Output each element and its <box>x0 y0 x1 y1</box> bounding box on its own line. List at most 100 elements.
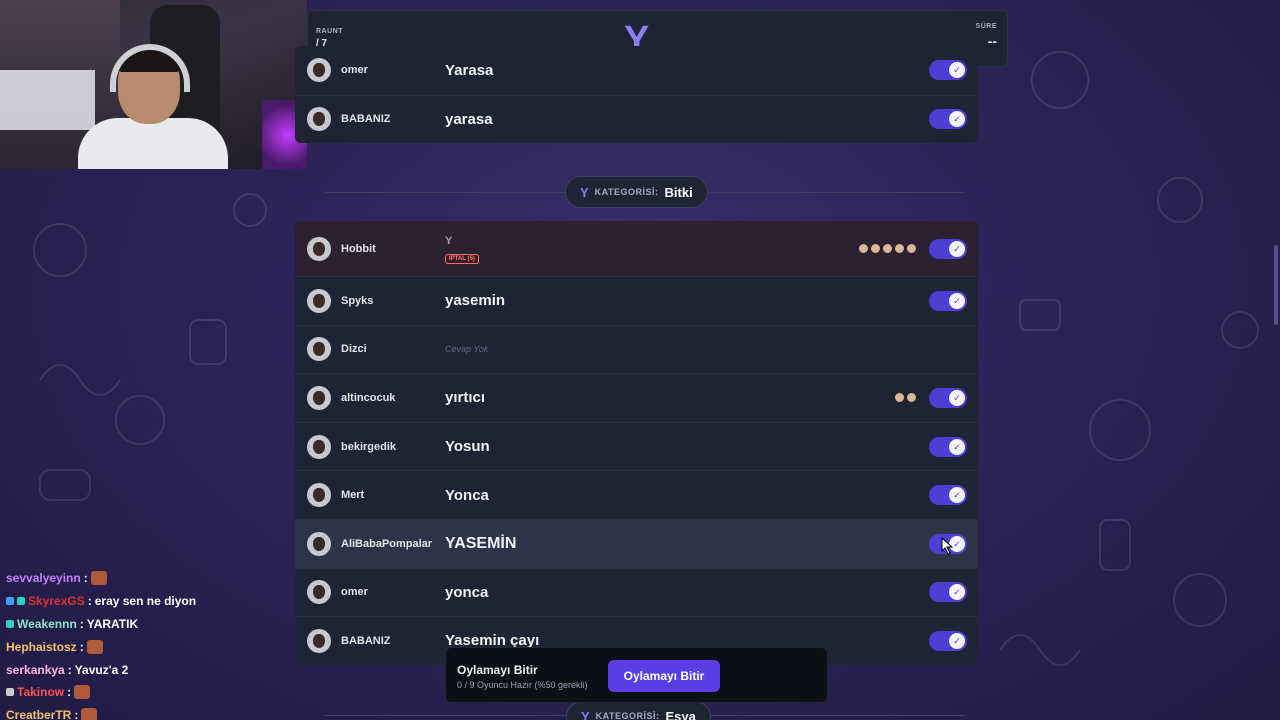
chat-message: Hephaistosz : <box>6 635 266 658</box>
answer-row: Dizci Cevap Yok <box>295 324 978 374</box>
approve-toggle[interactable]: ✓ <box>929 485 967 506</box>
player-name: altincocuk <box>341 391 396 404</box>
chat-message: CreatberTR : <box>6 704 266 720</box>
emote-icon <box>81 708 98 720</box>
no-answer-text: Cevap Yok <box>445 344 489 355</box>
player-name: Spyks <box>341 294 374 307</box>
voter-avatars <box>894 392 917 404</box>
avatar <box>307 288 331 313</box>
chat-message: sevvalyeyinn : <box>6 567 266 590</box>
answer-text: Yonca <box>445 486 489 504</box>
cancel-badge: İPTAL (5) <box>445 254 479 264</box>
end-voting-bar: Oylamayı Bitir 0 / 9 Oyuncu Hazır (%50 g… <box>445 647 828 703</box>
voter-avatar <box>882 243 893 254</box>
scrollbar[interactable] <box>1274 245 1278 325</box>
approve-toggle[interactable]: ✓ <box>929 436 967 457</box>
avatar <box>307 531 331 556</box>
vote-bar-title: Oylamayı Bitir <box>457 663 538 677</box>
avatar <box>307 483 331 508</box>
category-header-bitki: Y KATEGORİSİ: Bitki <box>565 176 708 208</box>
emote-icon <box>90 571 107 586</box>
approve-toggle[interactable]: ✓ <box>929 238 967 259</box>
end-voting-button[interactable]: Oylamayı Bitir <box>608 660 720 692</box>
avatar <box>307 236 331 261</box>
voter-avatar <box>906 243 917 254</box>
answer-row: omer Yarasa ✓ <box>295 46 978 95</box>
check-icon: ✓ <box>949 111 965 128</box>
category-name: Bitki <box>664 184 693 200</box>
voter-avatars <box>858 243 917 254</box>
check-icon: ✓ <box>949 292 965 309</box>
time-value: -- <box>987 33 997 49</box>
voter-avatar <box>870 243 881 254</box>
check-icon: ✓ <box>949 487 965 504</box>
voter-avatar <box>894 243 905 254</box>
chat-username: Weakennn <box>17 616 77 631</box>
answer-text: yırtıcı <box>445 389 486 407</box>
avatar <box>307 628 331 653</box>
round-label: RAUNT <box>316 28 343 35</box>
category-label: KATEGORİSİ: <box>594 187 659 197</box>
chat-message: Weakennn : YARATIK <box>6 613 266 636</box>
answer-row: Mert Yonca ✓ <box>295 470 978 519</box>
category-letter: Y <box>581 708 590 720</box>
badge-icon <box>6 688 14 697</box>
approve-toggle[interactable]: ✓ <box>929 290 967 311</box>
chat-username: CreatberTR <box>6 708 72 720</box>
avatar <box>307 434 331 459</box>
answer-row-cancelled: Hobbit Y İPTAL (5) ✓ <box>295 221 978 276</box>
time-label: SÜRE <box>975 23 997 30</box>
answer-text: Yosun <box>445 438 490 456</box>
chat-username: sevvalyeyinn <box>6 571 81 586</box>
badge-icon <box>17 597 25 606</box>
voter-avatar <box>858 243 869 254</box>
player-name: BABANIZ <box>341 634 391 647</box>
player-name: omer <box>341 586 368 599</box>
chat-username: SkyrexGS <box>28 594 85 609</box>
voter-avatar <box>906 392 917 404</box>
category-name: Eşya <box>665 708 696 720</box>
chat-username: serkankya <box>6 662 65 677</box>
avatar <box>307 107 331 132</box>
answer-text: yasemin <box>445 292 506 310</box>
approve-toggle[interactable]: ✓ <box>929 630 967 651</box>
previous-category-panel: omer Yarasa ✓ BABANIZ yarasa ✓ <box>295 46 978 143</box>
chat-text: eray sen ne diyon <box>94 594 197 609</box>
check-icon: ✓ <box>949 584 965 601</box>
category-label: KATEGORİSİ: <box>595 711 660 720</box>
answer-text: Yarasa <box>445 61 494 79</box>
check-icon: ✓ <box>949 438 965 455</box>
check-icon: ✓ <box>949 632 965 649</box>
approve-toggle[interactable]: ✓ <box>929 109 967 130</box>
bitki-answers-panel: Hobbit Y İPTAL (5) ✓ Spyks yasemin ✓ Diz… <box>295 221 978 665</box>
category-letter: Y <box>580 184 589 200</box>
player-name: Mert <box>341 489 365 502</box>
avatar <box>307 580 331 605</box>
player-name: Hobbit <box>341 242 376 255</box>
player-name: Dizci <box>341 343 367 356</box>
answer-row: bekirgedik Yosun ✓ <box>295 421 978 471</box>
player-name: bekirgedik <box>341 440 397 453</box>
answer-text: Y <box>445 235 453 247</box>
ready-status: 0 / 9 Oyuncu Hazır (%50 gerekli) <box>457 680 588 690</box>
mouse-pointer-icon <box>941 537 954 555</box>
avatar <box>307 337 331 362</box>
answer-row: BABANIZ yarasa ✓ <box>295 94 978 143</box>
chat-username: Takinow <box>17 685 65 700</box>
approve-toggle[interactable]: ✓ <box>929 60 967 81</box>
answer-text: yonca <box>445 583 489 601</box>
badge-icon <box>6 597 14 606</box>
answer-row: altincocuk yırtıcı ✓ <box>295 373 978 422</box>
avatar <box>307 385 331 410</box>
check-icon: ✓ <box>949 62 965 79</box>
check-icon: ✓ <box>949 389 965 406</box>
emote-icon <box>74 685 91 700</box>
player-name: BABANIZ <box>341 113 391 126</box>
approve-toggle[interactable]: ✓ <box>929 582 967 603</box>
voter-avatar <box>894 392 905 404</box>
answer-row: Spyks yasemin ✓ <box>295 276 978 325</box>
check-icon: ✓ <box>949 240 965 257</box>
approve-toggle[interactable]: ✓ <box>929 387 967 408</box>
avatar <box>307 58 331 83</box>
answer-row: omer yonca ✓ <box>295 567 978 617</box>
